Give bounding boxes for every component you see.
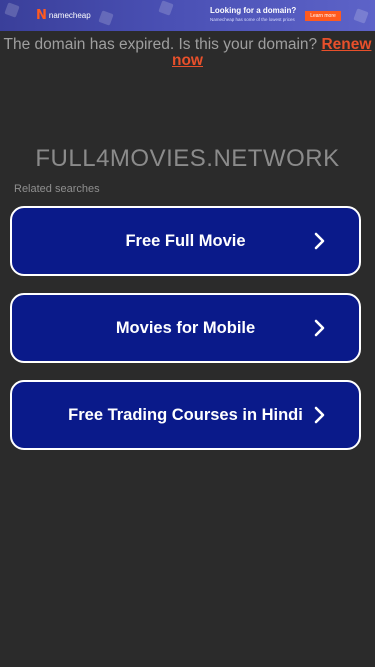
ad-banner[interactable]: N namecheap Looking for a domain? Namech… (0, 0, 375, 31)
search-link-label: Movies for Mobile (115, 318, 256, 337)
ad-subtitle: Namecheap has some of the lowest prices (210, 17, 295, 22)
decorative-shape (98, 10, 114, 26)
chevron-right-icon (314, 232, 325, 250)
chevron-right-icon (314, 319, 325, 337)
learn-more-button[interactable]: Learn more (305, 11, 341, 21)
ad-pitch: Looking for a domain? Namecheap has some… (210, 6, 296, 23)
namecheap-logo: N namecheap (36, 9, 91, 22)
expired-text: The domain has expired. Is this your dom… (3, 36, 318, 53)
search-link-label: Free Full Movie (125, 231, 246, 250)
expired-notice: The domain has expired. Is this your dom… (0, 37, 375, 69)
domain-title: FULL4MOVIES.NETWORK (35, 145, 340, 172)
chevron-right-icon (314, 406, 325, 424)
decorative-shape (353, 8, 369, 24)
search-link-label: Free Trading Courses in Hindi (68, 405, 303, 424)
related-searches-label: Related searches (14, 183, 100, 195)
search-link-free-trading-courses-in-hindi[interactable]: Free Trading Courses in Hindi (10, 380, 361, 450)
ad-title: Looking for a domain? (210, 6, 297, 15)
logo-text: namecheap (48, 11, 91, 20)
decorative-shape (4, 2, 20, 18)
decorative-shape (158, 0, 174, 16)
search-link-free-full-movie[interactable]: Free Full Movie (10, 206, 361, 276)
search-link-movies-for-mobile[interactable]: Movies for Mobile (10, 293, 361, 363)
namecheap-icon: N (36, 8, 47, 23)
